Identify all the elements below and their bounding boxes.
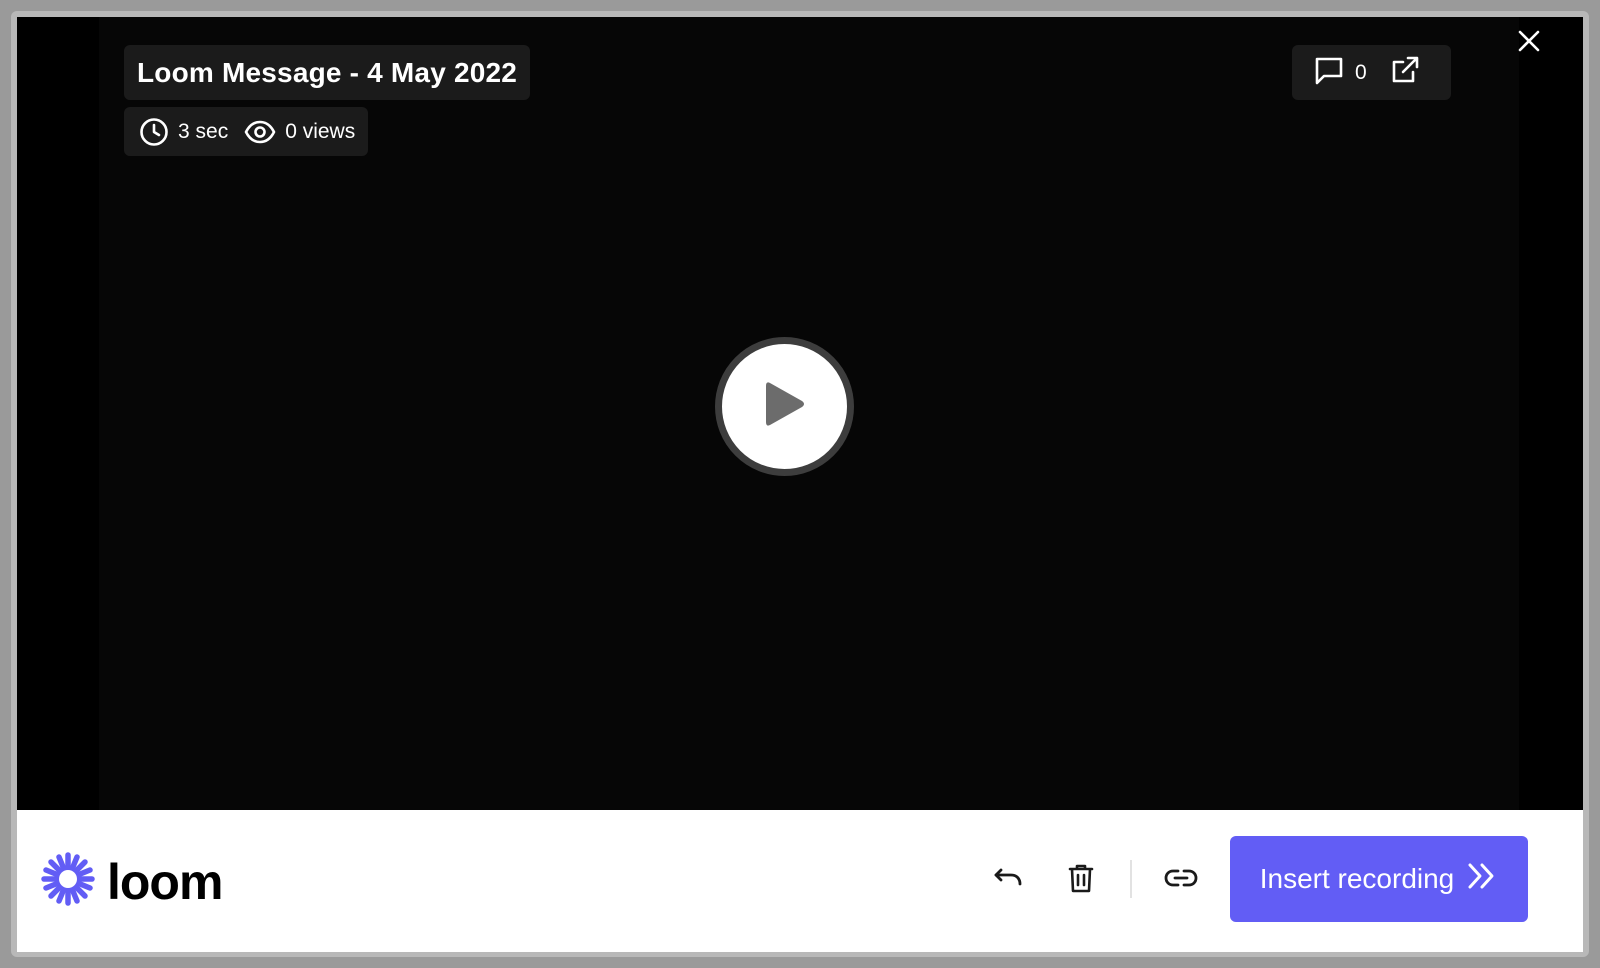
views-meta: 0 views xyxy=(244,119,355,145)
comment-icon xyxy=(1313,55,1345,91)
comment-count: 0 xyxy=(1355,60,1367,84)
video-meta: 3 sec 0 views xyxy=(124,107,369,156)
link-icon xyxy=(1164,867,1198,894)
loom-logo: loom xyxy=(41,852,223,911)
external-link-icon xyxy=(1389,54,1421,92)
modal-content: Loom Message - 4 May 2022 3 sec 0 views xyxy=(17,17,1583,952)
copy-link-button[interactable] xyxy=(1163,862,1199,898)
play-icon xyxy=(762,379,808,434)
duration-text: 3 sec xyxy=(178,119,229,143)
play-button[interactable] xyxy=(715,337,854,476)
undo-button[interactable] xyxy=(990,862,1026,898)
loom-starburst-icon xyxy=(41,852,95,911)
video-actions: 0 xyxy=(1292,45,1451,100)
logo-text: loom xyxy=(107,853,223,910)
open-external-button[interactable] xyxy=(1389,54,1421,92)
video-player[interactable]: Loom Message - 4 May 2022 3 sec 0 views xyxy=(17,17,1583,810)
views-text: 0 views xyxy=(285,119,356,143)
toolbar-divider xyxy=(1130,860,1132,898)
video-title: Loom Message - 4 May 2022 xyxy=(124,45,531,100)
double-chevron-right-icon xyxy=(1466,862,1498,897)
close-button[interactable] xyxy=(1514,28,1544,58)
comments-button[interactable]: 0 xyxy=(1313,55,1367,91)
delete-button[interactable] xyxy=(1063,862,1099,898)
insert-recording-button[interactable]: Insert recording xyxy=(1230,836,1528,922)
loom-modal: Loom Message - 4 May 2022 3 sec 0 views xyxy=(11,11,1589,957)
duration-meta: 3 sec xyxy=(139,117,228,147)
footer-toolbar: loom Insert recording xyxy=(17,810,1583,952)
eye-icon xyxy=(244,119,276,145)
close-icon xyxy=(1517,29,1541,58)
clock-icon xyxy=(139,117,169,147)
trash-icon xyxy=(1068,863,1094,898)
undo-icon xyxy=(993,866,1023,895)
insert-recording-label: Insert recording xyxy=(1259,863,1455,894)
